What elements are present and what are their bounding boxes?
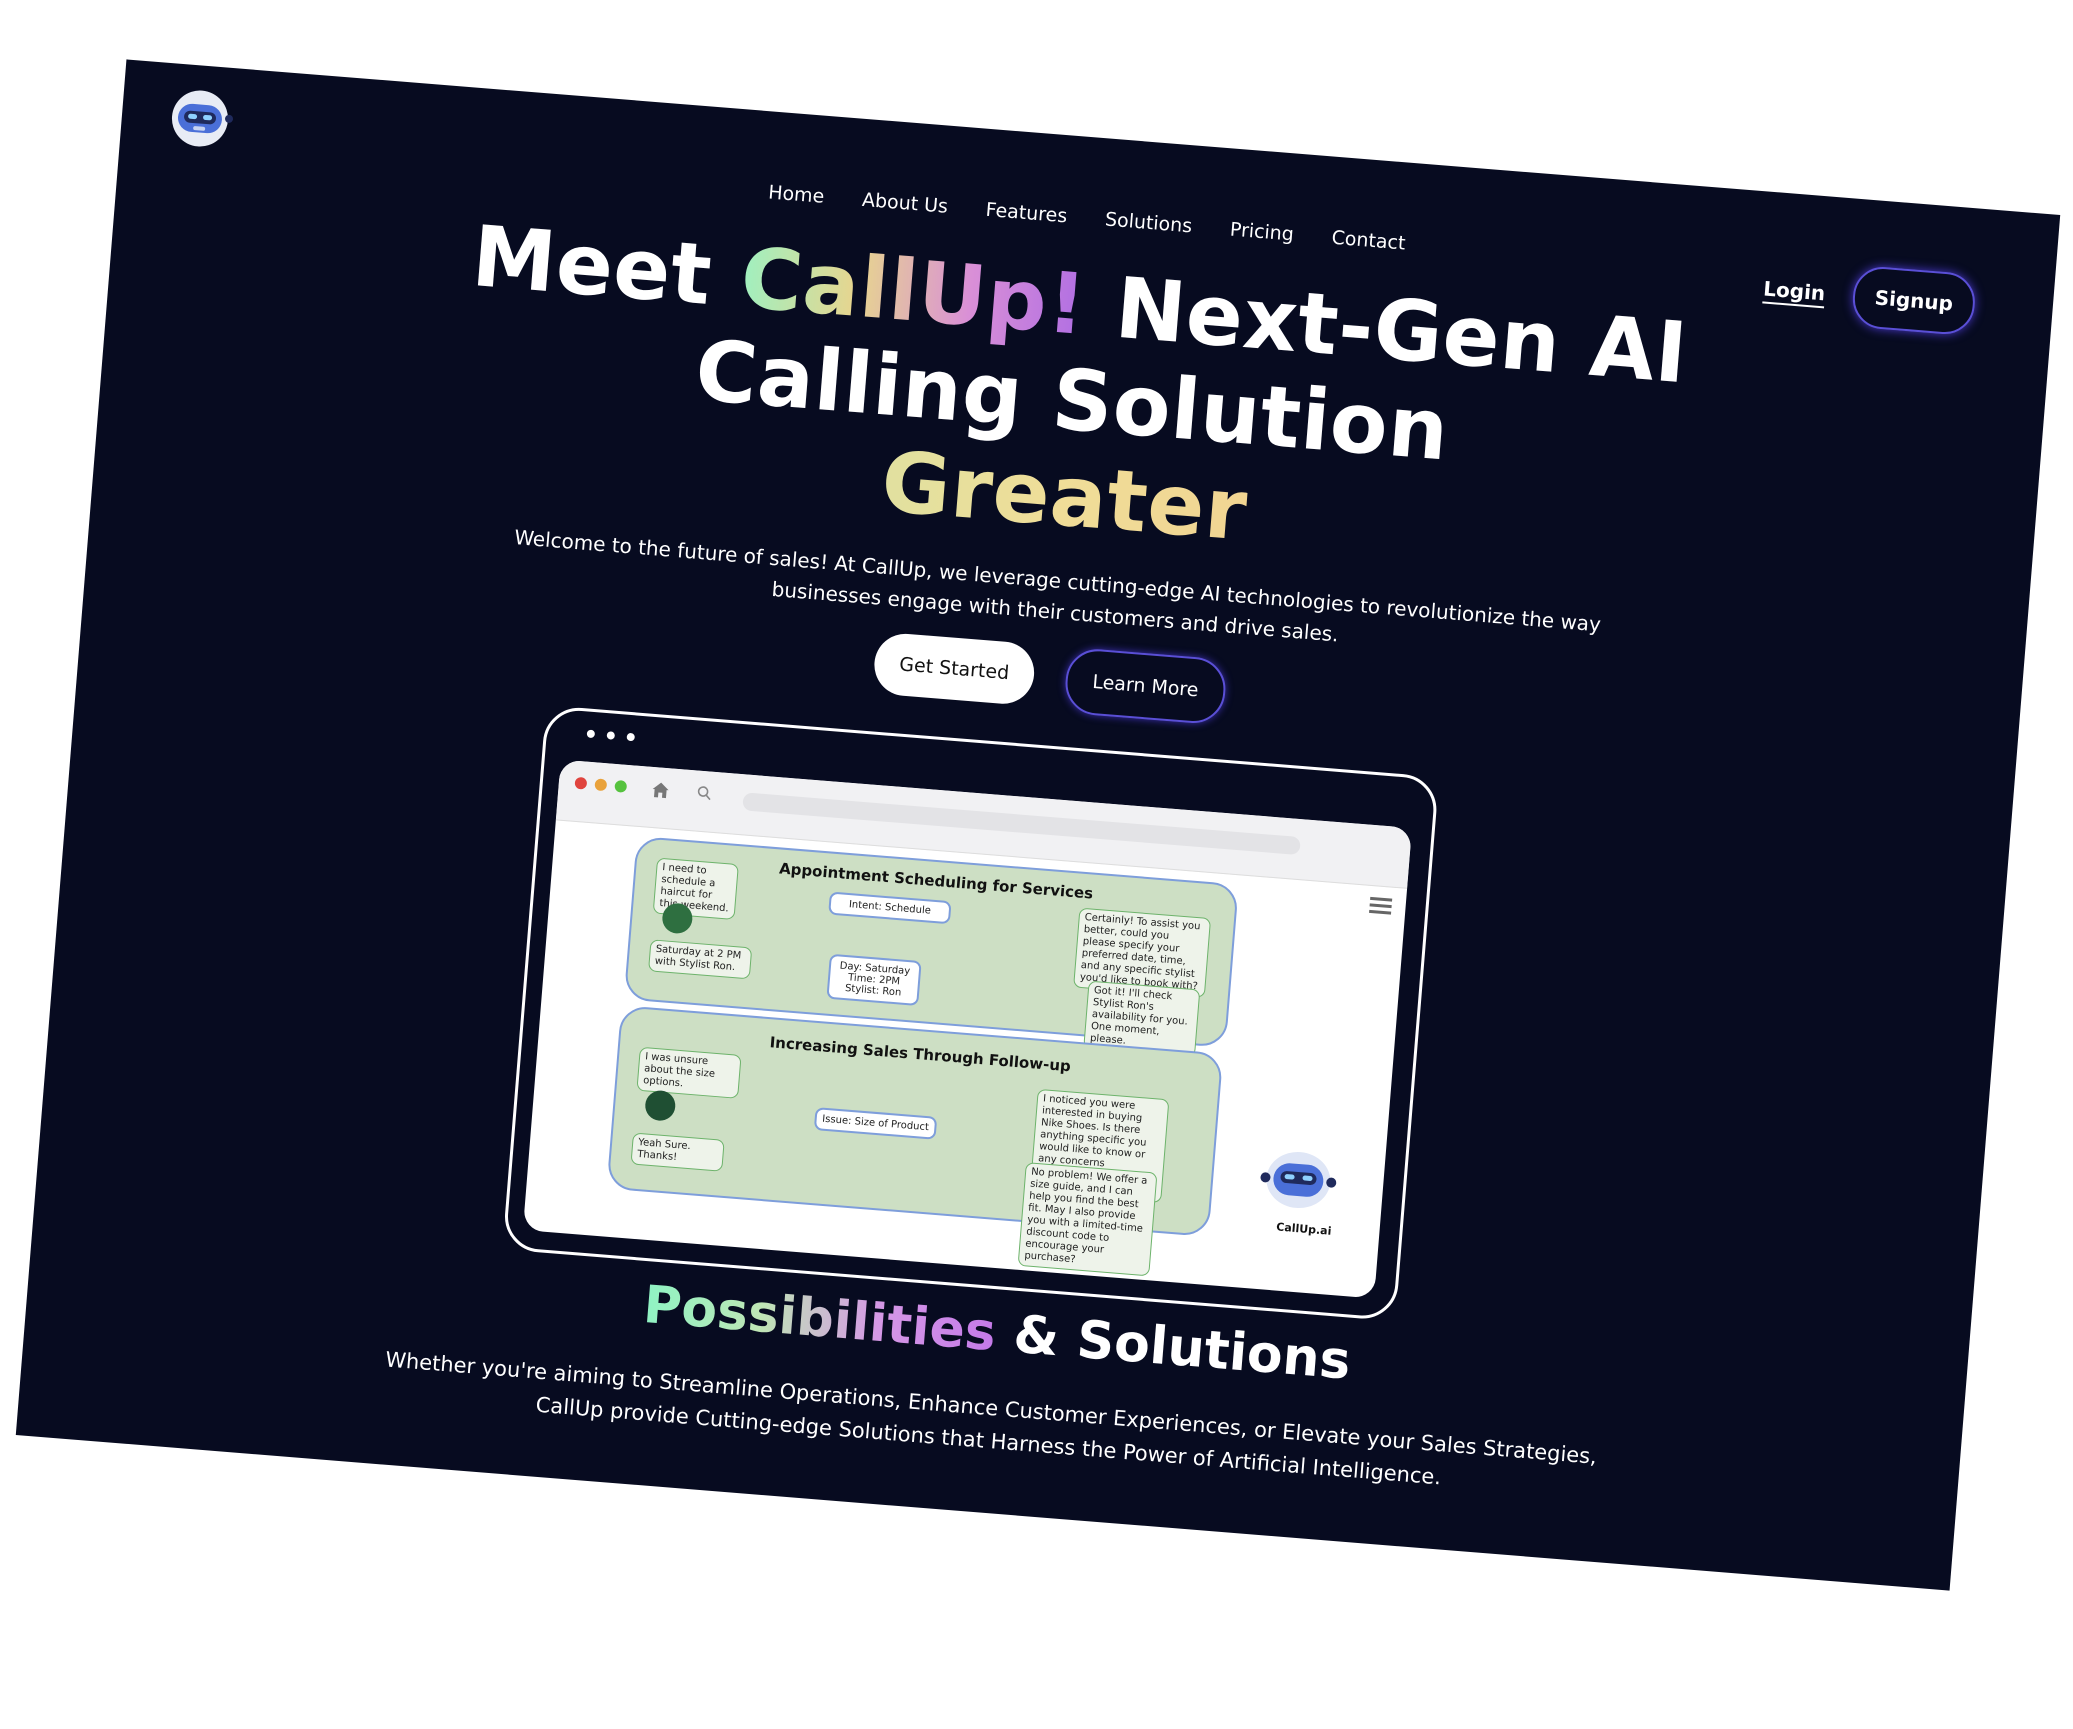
nav-pricing[interactable]: Pricing <box>1229 219 1295 246</box>
search-icon[interactable] <box>696 785 713 802</box>
user-avatar <box>644 1089 677 1122</box>
learn-more-button[interactable]: Learn More <box>1063 646 1228 726</box>
address-bar[interactable] <box>742 792 1301 856</box>
callup-robot-icon <box>1250 1137 1346 1224</box>
nav-home[interactable]: Home <box>767 181 825 207</box>
hamburger-menu-icon[interactable] <box>1367 895 1395 917</box>
landing-page: Home About Us Features Solutions Pricing… <box>15 59 2061 1591</box>
bot-label: CallUp.ai <box>1275 1220 1332 1238</box>
get-started-button[interactable]: Get Started <box>872 631 1037 707</box>
nav-about-us[interactable]: About Us <box>861 189 949 218</box>
window-controls <box>574 776 628 793</box>
user-message: Yeah Sure. Thanks! <box>630 1132 725 1172</box>
nav-features[interactable]: Features <box>985 199 1068 227</box>
device-dots <box>586 729 636 742</box>
user-message: Saturday at 2 PM with Stylist Ron. <box>648 939 753 980</box>
nav-contact[interactable]: Contact <box>1331 227 1406 255</box>
section-title-rest: & Solutions <box>1011 1304 1353 1392</box>
issue-box: Issue: Size of Product <box>813 1107 938 1140</box>
browser-screen: Appointment Scheduling for Services I ne… <box>522 759 1412 1299</box>
hero-headline: Meet CallUp! Next-Gen AI Calling Solutio… <box>94 179 2051 622</box>
close-dot-icon[interactable] <box>574 776 588 790</box>
home-icon[interactable] <box>650 779 672 801</box>
intent-box: Intent: Schedule <box>828 891 952 925</box>
nav-solutions[interactable]: Solutions <box>1104 208 1193 237</box>
tablet-mockup: Appointment Scheduling for Services I ne… <box>502 705 1440 1322</box>
slots-box: Day: Saturday Time: 2PM Stylist: Ron <box>826 953 922 1006</box>
minimize-dot-icon[interactable] <box>594 778 608 792</box>
viewport: Home About Us Features Solutions Pricing… <box>0 0 2073 1729</box>
section-title-highlight: Possibilities <box>641 1275 999 1364</box>
user-message: I was unsure about the size options. <box>636 1046 742 1099</box>
login-link[interactable]: Login <box>1762 276 1826 305</box>
maximize-dot-icon[interactable] <box>614 779 628 793</box>
hero-meet: Meet <box>468 206 716 324</box>
bot-message: No problem! We offer a size guide, and I… <box>1017 1162 1158 1277</box>
